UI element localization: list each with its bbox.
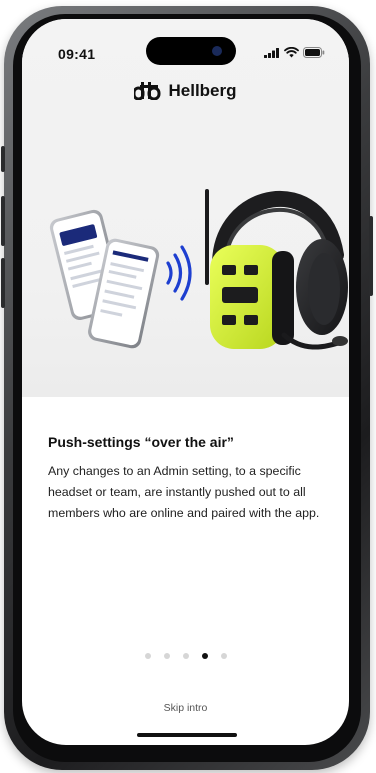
hero-section <box>22 19 349 397</box>
dynamic-island <box>146 37 236 65</box>
phone-screen: 09:41 Hellberg Push-settings “over the a… <box>22 19 349 745</box>
cellular-signal-icon <box>264 47 279 58</box>
battery-icon <box>303 47 325 58</box>
phones-headset-illustration <box>49 189 348 350</box>
mute-switch <box>1 146 5 172</box>
volume-up-button <box>1 196 5 246</box>
skip-intro-button[interactable]: Skip intro <box>22 702 349 714</box>
pagination-dots <box>22 653 349 659</box>
brand-logo: Hellberg <box>22 81 349 101</box>
wireless-signal-icon <box>166 245 192 301</box>
pagination-dot[interactable] <box>201 653 208 659</box>
hearing-protector-headset-illustration <box>205 189 348 350</box>
volume-down-button <box>1 258 5 308</box>
power-button <box>369 216 373 296</box>
slide-title: Push-settings “over the air” <box>48 434 234 450</box>
pagination-dot[interactable] <box>144 653 151 659</box>
wifi-icon <box>284 47 299 58</box>
status-time: 09:41 <box>58 46 96 62</box>
hellberg-logo-icon <box>134 82 161 100</box>
home-indicator[interactable] <box>137 733 237 737</box>
slide-body: Any changes to an Admin setting, to a sp… <box>48 464 320 520</box>
pagination-dot[interactable] <box>220 653 227 659</box>
stage: 09:41 Hellberg Push-settings “over the a… <box>0 0 376 773</box>
pagination-dot[interactable] <box>163 653 170 659</box>
pagination-dot[interactable] <box>182 653 189 659</box>
status-icons <box>264 47 325 58</box>
front-camera <box>212 46 222 56</box>
brand-name: Hellberg <box>168 81 237 100</box>
